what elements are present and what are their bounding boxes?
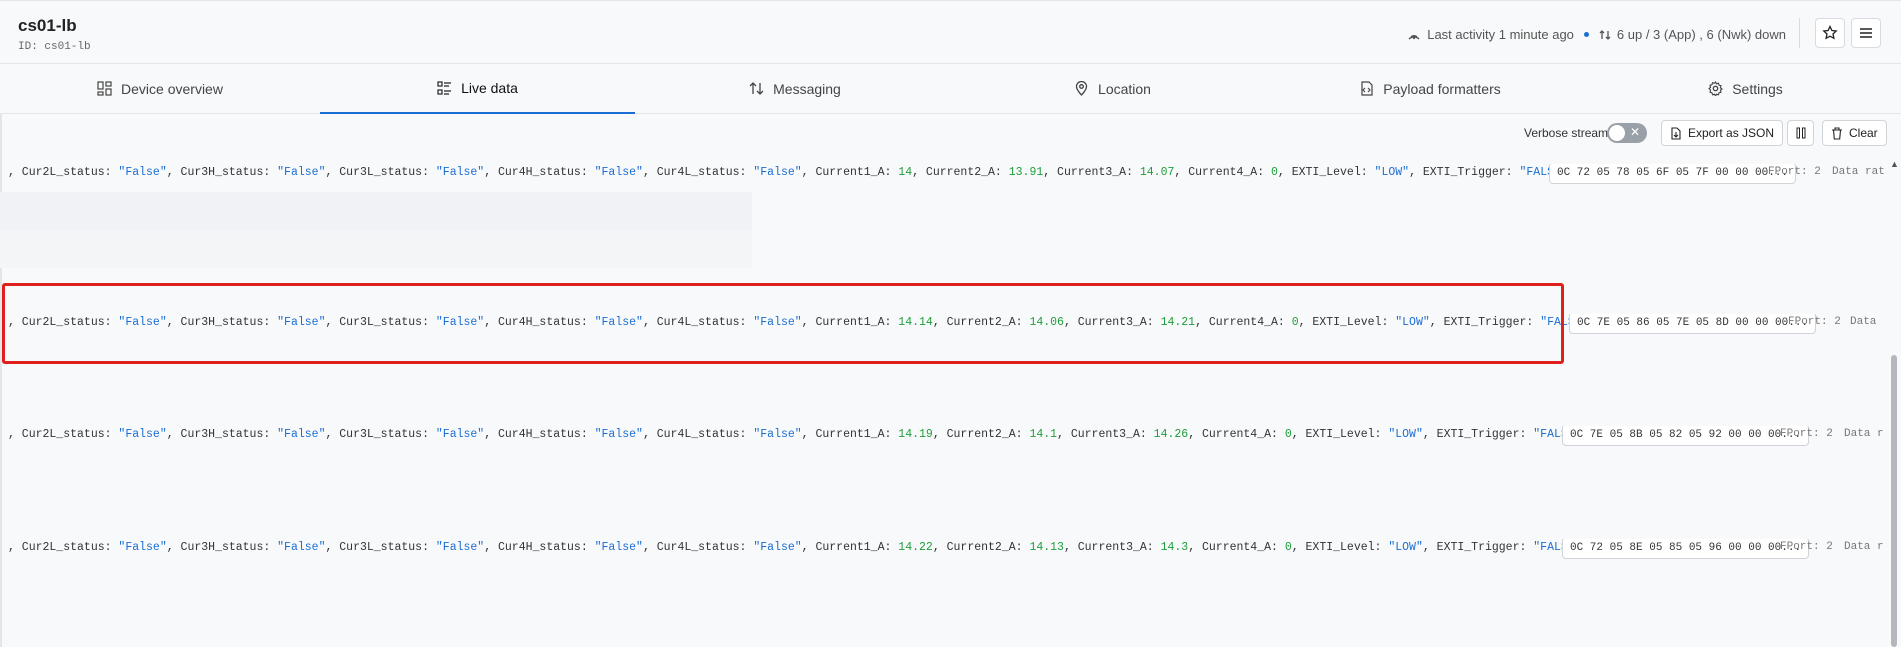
raw-payload-hex[interactable]: 0C 72 05 78 05 6F 05 7F 00 00 00... [1549, 164, 1797, 184]
event-row[interactable]: , Cur2L_status: "False", Cur3H_status: "… [0, 539, 1890, 559]
tab-settings[interactable]: Settings [1590, 64, 1901, 113]
menu-icon [1860, 28, 1872, 38]
map-pin-icon [1075, 81, 1088, 96]
device-id: ID: cs01-lb [18, 41, 91, 53]
toggle-off-icon: ✕ [1629, 125, 1640, 139]
updown-arrows-icon [1599, 29, 1611, 40]
highlight-box [2, 283, 1564, 364]
arrows-updown-icon [749, 82, 764, 95]
fport-label: FPort: 2 [1780, 428, 1833, 440]
tab-location[interactable]: Location [955, 64, 1270, 113]
decoded-payload: , Cur2L_status: "False", Cur3H_status: "… [8, 428, 1595, 441]
grid-icon [97, 81, 112, 96]
loading-skeleton [0, 192, 752, 230]
export-json-label: Export as JSON [1688, 126, 1775, 140]
device-header: cs01-lb ID: cs01-lb Last activity 1 minu… [0, 0, 1901, 64]
toggle-knob [1609, 125, 1625, 141]
tab-label: Payload formatters [1383, 80, 1501, 97]
pause-icon [1796, 127, 1805, 139]
export-json-button[interactable]: Export as JSON [1661, 120, 1784, 146]
device-title: cs01-lb [18, 16, 77, 35]
code-file-icon [1361, 81, 1373, 96]
tab-device-overview[interactable]: Device overview [0, 64, 320, 113]
event-row[interactable]: , Cur2L_status: "False", Cur3H_status: "… [0, 426, 1890, 446]
verbose-stream-toggle[interactable]: ✕ [1607, 123, 1647, 143]
decoded-payload: , Cur2L_status: "False", Cur3H_status: "… [8, 541, 1595, 554]
clear-label: Clear [1849, 126, 1878, 140]
vertical-scrollbar[interactable]: ▲ [1888, 155, 1900, 647]
verbose-stream-label: Verbose stream [1524, 126, 1609, 140]
tab-live-data[interactable]: Live data [320, 64, 635, 114]
fport-label: FPort: 2 [1768, 166, 1821, 178]
data-rate-label: Data rat [1832, 166, 1885, 178]
scrollbar-thumb[interactable] [1891, 355, 1897, 647]
tab-bar: Device overview Live data Messaging Loca… [0, 64, 1901, 114]
pause-button[interactable] [1787, 120, 1814, 146]
trash-icon [1832, 126, 1842, 140]
event-row[interactable]: , Cur2L_status: "False", Cur3H_status: "… [0, 164, 1890, 184]
header-divider [1799, 18, 1800, 48]
live-data-toolbar: Verbose stream ✕ Export as JSON Clear [0, 114, 1901, 154]
data-rate-label: Data r [1844, 541, 1884, 553]
tab-label: Location [1098, 80, 1151, 97]
gear-icon [1708, 81, 1724, 96]
tab-payload-formatters[interactable]: Payload formatters [1270, 64, 1590, 113]
scroll-up-icon[interactable]: ▲ [1890, 159, 1899, 169]
clear-button[interactable]: Clear [1822, 120, 1887, 146]
traffic-counter: 6 up / 3 (App) , 6 (Nwk) down [1616, 27, 1786, 42]
last-activity-text: Last activity 1 minute ago [1427, 27, 1574, 42]
tab-messaging[interactable]: Messaging [635, 64, 955, 113]
star-icon [1822, 25, 1838, 40]
decoded-payload: , Cur2L_status: "False", Cur3H_status: "… [8, 166, 1582, 179]
data-rate-label: Data [1850, 316, 1877, 328]
tab-label: Settings [1732, 80, 1783, 97]
status-dot [1583, 32, 1589, 37]
favorite-button[interactable] [1815, 18, 1845, 48]
device-status: Last activity 1 minute ago 6 up / 3 (App… [1407, 27, 1786, 42]
fport-label: FPort: 2 [1788, 316, 1841, 328]
list-icon [437, 80, 452, 95]
data-rate-label: Data r [1844, 428, 1884, 440]
raw-payload-hex[interactable]: 0C 7E 05 86 05 7E 05 8D 00 00 00... [1569, 314, 1817, 334]
tab-label: Live data [461, 80, 518, 96]
raw-payload-hex[interactable]: 0C 7E 05 8B 05 82 05 92 00 00 00... [1562, 426, 1810, 446]
tab-label: Device overview [121, 80, 223, 97]
tab-label: Messaging [773, 80, 841, 97]
menu-button[interactable] [1851, 18, 1881, 48]
export-icon [1671, 126, 1681, 140]
loading-skeleton [0, 230, 752, 268]
raw-payload-hex[interactable]: 0C 72 05 8E 05 85 05 96 00 00 00... [1562, 539, 1810, 559]
signal-icon [1408, 34, 1420, 40]
fport-label: FPort: 2 [1780, 541, 1833, 553]
